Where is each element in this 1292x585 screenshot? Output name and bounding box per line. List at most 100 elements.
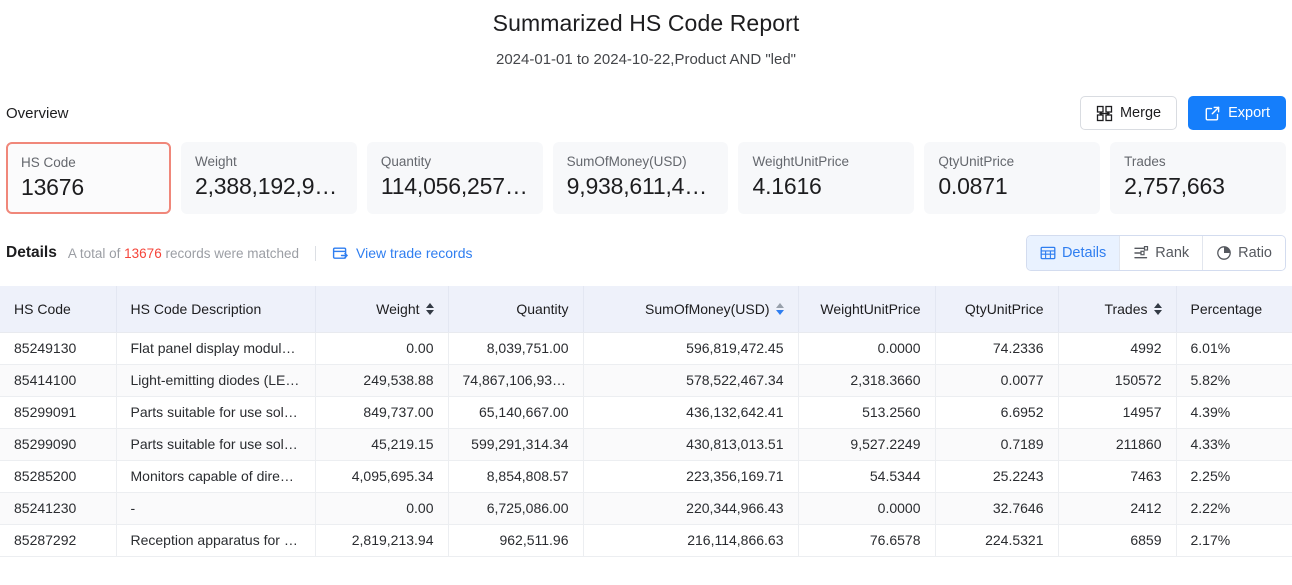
view-mode-details[interactable]: Details bbox=[1026, 236, 1121, 270]
report-page: Summarized HS Code Report 2024-01-01 to … bbox=[0, 0, 1292, 585]
column-header-weight[interactable]: Weight bbox=[315, 286, 449, 333]
kpi-card-value: 0.0871 bbox=[938, 173, 1008, 199]
kpi-card-value: 2,757,663 bbox=[1124, 173, 1225, 199]
table-cell: 2.17% bbox=[1176, 524, 1292, 557]
kpi-card-quantity[interactable]: Quantity 114,056,257… bbox=[366, 142, 543, 214]
column-header-label: SumOfMoney(USD) bbox=[645, 300, 770, 317]
table-cell: 216,114,866.63 bbox=[583, 524, 799, 557]
view-mode-label: Ratio bbox=[1238, 245, 1272, 261]
kpi-card-weightunitprice[interactable]: WeightUnitPrice 4.1616 bbox=[738, 142, 915, 214]
details-meta-suffix: records were matched bbox=[165, 245, 300, 261]
column-header-hs-code-description: HS Code Description bbox=[116, 286, 316, 333]
export-button[interactable]: Export bbox=[1188, 96, 1286, 130]
column-header-sumofmoney-usd[interactable]: SumOfMoney(USD) bbox=[583, 286, 799, 333]
details-left: Details A total of 13676 records were ma… bbox=[6, 244, 473, 262]
kpi-card-list: HS Code 13676 Weight 2,388,192,9… Quantity 11… bbox=[0, 142, 1292, 214]
table-row[interactable]: 85285200 Monitors capable of directly… 4,0… bbox=[0, 460, 1292, 493]
table-cell: 9,527.2249 bbox=[798, 428, 936, 461]
column-header-label: Quantity bbox=[516, 300, 569, 317]
view-trade-records-link[interactable]: View trade records bbox=[332, 245, 473, 262]
table-cell: 2.25% bbox=[1176, 460, 1292, 493]
table-cell: 85285200 bbox=[0, 460, 117, 493]
column-header-hs-code: HS Code bbox=[0, 286, 117, 333]
table-cell: 85299090 bbox=[0, 428, 117, 461]
rank-view-icon bbox=[1133, 245, 1149, 261]
sort-toggle-icon[interactable] bbox=[1153, 302, 1162, 315]
overview-row: Overview Merge Export bbox=[0, 94, 1292, 132]
table-cell: Parts suitable for use solely… bbox=[116, 428, 316, 461]
table-row[interactable]: 85241230-0.00 6,725,086.00 220,344,966.43 0… bbox=[0, 492, 1292, 525]
kpi-card-value: 4.1616 bbox=[752, 173, 822, 199]
kpi-card-value: 13676 bbox=[21, 174, 84, 200]
table-cell: 2,819,213.94 bbox=[315, 524, 449, 557]
kpi-card-hs-code[interactable]: HS Code 13676 bbox=[6, 142, 171, 214]
kpi-card-qtyunitprice[interactable]: QtyUnitPrice 0.0871 bbox=[924, 142, 1101, 214]
kpi-card-label: HS Code bbox=[21, 155, 76, 170]
table-cell: 85241230 bbox=[0, 492, 117, 525]
table-cell: 45,219.15 bbox=[315, 428, 449, 461]
kpi-card-label: Weight bbox=[195, 154, 237, 169]
table-cell: 6,725,086.00 bbox=[448, 492, 584, 525]
table-cell: 76.6578 bbox=[798, 524, 936, 557]
column-header-label: Percentage bbox=[1190, 300, 1263, 317]
table-cell: 85299091 bbox=[0, 396, 117, 429]
view-mode-rank[interactable]: Rank bbox=[1120, 236, 1204, 270]
page-subtitle: 2024-01-01 to 2024-10-22,Product AND "le… bbox=[495, 51, 796, 68]
table-cell: 578,522,467.34 bbox=[583, 364, 799, 397]
sort-toggle-icon[interactable] bbox=[425, 302, 434, 315]
column-header-weightunitprice: WeightUnitPrice bbox=[798, 286, 936, 333]
table-row[interactable]: 85299091 Parts suitable for use solely… 84… bbox=[0, 396, 1292, 429]
overview-actions: Merge Export bbox=[1079, 96, 1286, 130]
table-cell: 74,867,106,933.28 bbox=[448, 364, 584, 397]
table-cell: 596,819,472.45 bbox=[583, 332, 799, 365]
export-button-label: Export bbox=[1228, 105, 1270, 121]
view-mode-ratio[interactable]: Ratio bbox=[1203, 236, 1285, 270]
table-cell: 4.33% bbox=[1176, 428, 1292, 461]
table-cell: 32.7646 bbox=[935, 492, 1059, 525]
view-mode-label: Rank bbox=[1155, 245, 1190, 261]
table-cell: 6.01% bbox=[1176, 332, 1292, 365]
table-cell: 0.0077 bbox=[935, 364, 1059, 397]
column-header-label: QtyUnitPrice bbox=[964, 300, 1044, 317]
merge-button-label: Merge bbox=[1119, 105, 1162, 121]
kpi-card-label: SumOfMoney(USD) bbox=[566, 154, 687, 169]
table-cell: 0.7189 bbox=[935, 428, 1059, 461]
column-header-trades[interactable]: Trades bbox=[1058, 286, 1177, 333]
kpi-card-sumofmoney-usd[interactable]: SumOfMoney(USD) 9,938,611,4… bbox=[552, 142, 729, 214]
details-view-icon bbox=[1040, 245, 1056, 261]
trade-records-icon bbox=[332, 245, 349, 262]
table-cell: 7463 bbox=[1058, 460, 1177, 493]
table-row[interactable]: 85287292 Reception apparatus for tel… 2,81… bbox=[0, 524, 1292, 557]
column-header-label: Trades bbox=[1104, 300, 1148, 317]
kpi-card-trades[interactable]: Trades 2,757,663 bbox=[1110, 142, 1286, 214]
table-cell: 220,344,966.43 bbox=[583, 492, 799, 525]
table-cell: Monitors capable of directly… bbox=[116, 460, 316, 493]
table-cell: 85287292 bbox=[0, 524, 117, 557]
divider bbox=[315, 245, 317, 261]
overview-label: Overview bbox=[6, 104, 69, 122]
kpi-card-label: Quantity bbox=[380, 154, 432, 169]
details-table: HS Code HS Code Description Weight Quantity… bbox=[0, 286, 1292, 557]
table-cell: 4992 bbox=[1058, 332, 1177, 365]
table-row[interactable]: 85249130 Flat panel display modules … 0.00… bbox=[0, 332, 1292, 365]
table-row[interactable]: 85414100 Light-emitting diodes (LEDs) 249,… bbox=[0, 364, 1292, 397]
table-header-row: HS Code HS Code Description Weight Quantity… bbox=[0, 286, 1292, 333]
view-trade-records-label: View trade records bbox=[356, 245, 473, 261]
table-cell: 14957 bbox=[1058, 396, 1177, 429]
table-cell: 849,737.00 bbox=[315, 396, 449, 429]
table-cell: 54.5344 bbox=[798, 460, 936, 493]
details-title: Details bbox=[6, 244, 57, 261]
table-cell: 436,132,642.41 bbox=[583, 396, 799, 429]
table-cell: 0.00 bbox=[315, 492, 449, 525]
table-cell: 223,356,169.71 bbox=[583, 460, 799, 493]
merge-button[interactable]: Merge bbox=[1079, 96, 1178, 130]
ratio-view-icon bbox=[1216, 245, 1232, 261]
view-mode-switch: Details Rank Ratio bbox=[1025, 235, 1286, 271]
sort-toggle-icon[interactable] bbox=[775, 302, 784, 315]
table-cell: 5.82% bbox=[1176, 364, 1292, 397]
table-cell: 0.0000 bbox=[798, 492, 936, 525]
kpi-card-weight[interactable]: Weight 2,388,192,9… bbox=[181, 142, 357, 214]
column-header-label: WeightUnitPrice bbox=[820, 300, 921, 317]
table-row[interactable]: 85299090 Parts suitable for use solely… 45… bbox=[0, 428, 1292, 461]
details-meta: A total of 13676 records were matched bbox=[68, 246, 299, 261]
